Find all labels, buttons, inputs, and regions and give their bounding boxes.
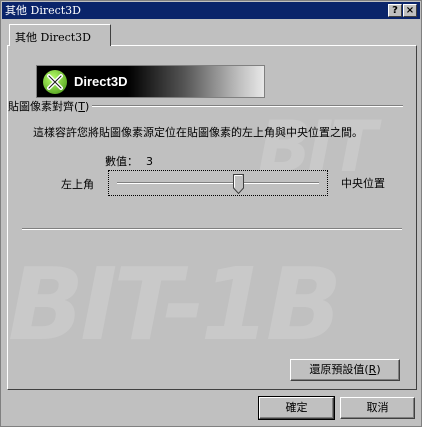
description-text: 這樣容許您將貼圖像素源定位在貼圖像素的左上角與中央位置之間。 bbox=[33, 126, 363, 139]
restore-default-button[interactable]: 還原預設值(R) bbox=[290, 359, 400, 381]
close-button[interactable]: × bbox=[403, 4, 417, 17]
help-button[interactable]: ? bbox=[388, 4, 402, 17]
alignment-slider[interactable] bbox=[108, 170, 328, 196]
tab-label: 其他 Direct3D bbox=[15, 31, 92, 44]
slider-thumb[interactable] bbox=[233, 174, 245, 195]
slider-track bbox=[117, 182, 319, 184]
direct3d-banner: Direct3D bbox=[36, 65, 265, 98]
watermark-bottom: BIT-1B bbox=[8, 246, 342, 363]
slider-right-label: 中央位置 bbox=[341, 177, 385, 190]
separator-line bbox=[22, 228, 402, 230]
tab-other-direct3d[interactable]: 其他 Direct3D bbox=[9, 24, 111, 46]
window-title: 其他 Direct3D bbox=[5, 4, 82, 17]
title-bar[interactable]: 其他 Direct3D ? × bbox=[2, 2, 420, 19]
restore-mnemonic: R bbox=[368, 363, 377, 376]
ok-button[interactable]: 確定 bbox=[258, 396, 335, 420]
value-number: 3 bbox=[146, 155, 153, 168]
group-label-mnemonic: T bbox=[78, 100, 86, 113]
value-readout: 數值： 3 bbox=[105, 153, 161, 169]
group-divider bbox=[88, 105, 403, 107]
banner-title: Direct3D bbox=[74, 74, 128, 89]
slider-left-label: 左上角 bbox=[61, 178, 94, 191]
dialog-window: 其他 Direct3D ? × 其他 Direct3D BIT BIT-1B D… bbox=[0, 0, 422, 427]
value-label: 數值： bbox=[105, 155, 138, 168]
tab-panel: BIT BIT-1B Direct3D 貼圖像素對齊(T) 這樣容許您將貼圖像素… bbox=[7, 45, 417, 390]
cancel-button[interactable]: 取消 bbox=[340, 397, 415, 419]
directx-x-logo-icon bbox=[43, 70, 67, 94]
group-label: 貼圖像素對齊(T) bbox=[8, 98, 93, 114]
